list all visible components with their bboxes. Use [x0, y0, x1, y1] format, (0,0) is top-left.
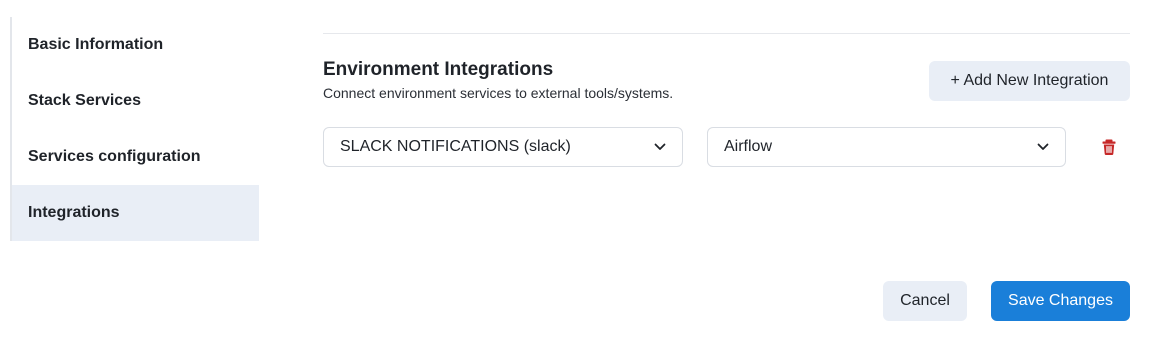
save-changes-button[interactable]: Save Changes — [991, 281, 1130, 321]
sidebar-item-label: Basic Information — [28, 36, 164, 53]
section-subtitle: Connect environment services to external… — [323, 85, 674, 101]
integration-select-value: SLACK NOTIFICATIONS (slack) — [340, 138, 571, 155]
section-divider — [323, 33, 1130, 34]
sidebar-item-label: Services configuration — [28, 148, 201, 165]
service-select-value: Airflow — [724, 138, 773, 155]
chevron-down-icon — [654, 141, 666, 153]
integration-select[interactable]: SLACK NOTIFICATIONS (slack) — [323, 127, 683, 167]
sidebar-item-services-configuration[interactable]: Services configuration — [12, 129, 259, 185]
sidebar-item-basic-information[interactable]: Basic Information — [12, 17, 259, 73]
sidebar-item-stack-services[interactable]: Stack Services — [12, 73, 259, 129]
sidebar-item-label: Stack Services — [28, 92, 141, 109]
sidebar-item-label: Integrations — [28, 204, 120, 221]
service-select[interactable]: Airflow — [707, 127, 1066, 167]
cancel-button[interactable]: Cancel — [883, 281, 967, 321]
chevron-down-icon — [1037, 141, 1049, 153]
settings-sidebar: Basic Information Stack Services Service… — [10, 17, 259, 241]
sidebar-item-integrations[interactable]: Integrations — [12, 185, 259, 241]
section-title: Environment Integrations — [323, 59, 554, 80]
add-new-integration-button[interactable]: + Add New Integration — [929, 61, 1130, 101]
trash-icon[interactable] — [1100, 138, 1118, 156]
